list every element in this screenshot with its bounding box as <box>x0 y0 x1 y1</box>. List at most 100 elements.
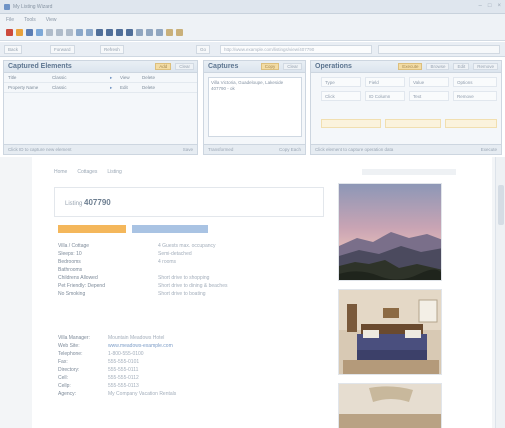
crumb-cottages[interactable]: Cottages <box>77 169 97 175</box>
capture-text-area[interactable]: Villa Victoria, Guadeloupe, Lakeside 407… <box>208 77 302 137</box>
menu-view[interactable]: View <box>46 17 57 23</box>
save-element-button[interactable]: Save <box>183 147 193 152</box>
contact-value: 1-800-555-0100 <box>108 351 144 357</box>
import-icon[interactable] <box>126 29 133 36</box>
sunset-mountain-image <box>339 184 441 280</box>
grid-cell[interactable]: Value <box>409 77 449 87</box>
crumb-home[interactable]: Home <box>54 169 67 175</box>
detail-key: Villa / Cottage <box>58 243 90 249</box>
contact-key: Agency: <box>58 391 77 397</box>
captured-elements-panel: Captured Elements Add Clear Title Classi… <box>3 60 198 155</box>
remove-operation-button[interactable]: Remove <box>473 63 498 70</box>
listing-title: Listing 407790 <box>65 198 111 207</box>
refresh-button[interactable]: Refresh <box>100 45 124 54</box>
paste-icon[interactable] <box>66 29 73 36</box>
detail-key: Childrens Allowed <box>58 275 98 281</box>
element-row[interactable]: Title Classic ▸ View Delete <box>4 73 197 83</box>
contact-key: Fax: <box>58 359 68 365</box>
copy-icon[interactable] <box>56 29 63 36</box>
detail-value: 4 rooms <box>158 259 177 265</box>
contact-value: Mountain Meadows Hotel <box>108 335 165 341</box>
captured-elements-hint: Click ID to capture new element <box>8 147 72 152</box>
listing-header-box: Listing 407790 <box>54 187 324 217</box>
element-action-b[interactable]: Delete <box>142 85 155 90</box>
grid-cell[interactable]: Text <box>409 91 449 101</box>
contact-value: 555-555-0111 <box>108 367 139 373</box>
copy-each-button[interactable]: Copy Each <box>279 147 301 152</box>
bedroom-photo[interactable] <box>338 289 442 375</box>
go-button[interactable]: Go <box>196 45 211 54</box>
contact-key: Villa Manager: <box>58 335 90 341</box>
option-field[interactable] <box>321 119 381 128</box>
element-action-a[interactable]: Edit <box>120 85 142 90</box>
pin-icon[interactable]: ▸ <box>110 75 120 81</box>
element-type: Classic <box>52 75 67 80</box>
forward-button[interactable]: Forward <box>50 45 75 54</box>
browser-view: Home Cottages Listing Listing 407790 Vil… <box>0 157 505 428</box>
edit-operation-button[interactable]: Edit <box>453 63 470 70</box>
captured-elements-footer: Click ID to capture new element Save <box>4 144 197 154</box>
add-element-button[interactable]: Add <box>155 63 172 70</box>
url-input[interactable]: http://www.example.com/listings/view/407… <box>220 45 372 54</box>
cut-icon[interactable] <box>46 29 53 36</box>
element-type: Classic <box>52 85 67 90</box>
option-field[interactable] <box>385 119 441 128</box>
minimize-icon[interactable]: – <box>479 3 482 9</box>
element-action-a[interactable]: View <box>120 75 142 80</box>
table-icon[interactable] <box>106 29 113 36</box>
captured-elements-title: Captured Elements <box>8 63 72 70</box>
contact-key: Telephone: <box>58 351 83 357</box>
availability-button[interactable] <box>132 225 208 233</box>
help-icon[interactable] <box>176 29 183 36</box>
redo-icon[interactable] <box>86 29 93 36</box>
settings-icon[interactable] <box>136 29 143 36</box>
export-icon[interactable] <box>116 29 123 36</box>
open-folder-icon[interactable] <box>16 29 23 36</box>
detail-key: Bedrooms <box>58 259 81 265</box>
grid-icon[interactable] <box>96 29 103 36</box>
pin-icon[interactable]: ▸ <box>110 85 120 91</box>
menu-tools[interactable]: Tools <box>24 17 36 23</box>
close-icon[interactable]: × <box>497 3 501 9</box>
undo-icon[interactable] <box>76 29 83 36</box>
landscape-photo[interactable] <box>338 183 442 281</box>
print-icon[interactable] <box>36 29 43 36</box>
website-link[interactable]: www.meadows-example.com <box>108 343 173 349</box>
window-controls: – □ × <box>479 3 501 9</box>
interior-photo[interactable] <box>338 383 442 428</box>
book-now-button[interactable] <box>58 225 126 233</box>
contact-value: My Company Vacation Rentals <box>108 391 177 397</box>
execute-button[interactable]: Execute <box>398 63 423 70</box>
listing-id: 407790 <box>84 198 111 207</box>
grid-cell[interactable]: Options <box>453 77 497 87</box>
scrollbar-thumb[interactable] <box>498 185 504 225</box>
maximize-icon[interactable]: □ <box>488 3 492 9</box>
back-button[interactable]: Back <box>4 45 23 54</box>
zoom-icon[interactable] <box>156 29 163 36</box>
clear-elements-button[interactable]: Clear <box>175 63 194 70</box>
grid-cell[interactable]: Type <box>321 77 361 87</box>
grid-cell[interactable]: Remove <box>453 91 497 101</box>
vertical-scrollbar[interactable] <box>495 157 505 428</box>
captured-elements-header: Captured Elements Add Clear <box>4 61 197 73</box>
search-box[interactable] <box>378 45 500 54</box>
bookmark-icon[interactable] <box>166 29 173 36</box>
save-icon[interactable] <box>26 29 33 36</box>
menu-file[interactable]: File <box>6 17 14 23</box>
copy-capture-button[interactable]: Copy <box>260 63 280 70</box>
filter-icon[interactable] <box>146 29 153 36</box>
transformed-label[interactable]: Transformed <box>208 147 233 152</box>
element-row[interactable]: Property Name Classic ▸ Edit Delete <box>4 83 197 93</box>
grid-cell[interactable]: ID Column <box>365 91 405 101</box>
element-action-b[interactable]: Delete <box>142 75 155 80</box>
clear-capture-button[interactable]: Clear <box>283 63 302 70</box>
execute-footer-button[interactable]: Execute <box>481 147 497 152</box>
grid-cell[interactable]: Click <box>321 91 361 101</box>
crumb-listing[interactable]: Listing <box>107 169 121 175</box>
new-icon[interactable] <box>6 29 13 36</box>
option-field[interactable] <box>445 119 497 128</box>
operations-title: Operations <box>315 63 352 70</box>
browse-button[interactable]: Browse <box>426 63 450 70</box>
page-search-bar[interactable] <box>362 169 456 175</box>
grid-cell[interactable]: Field <box>365 77 405 87</box>
